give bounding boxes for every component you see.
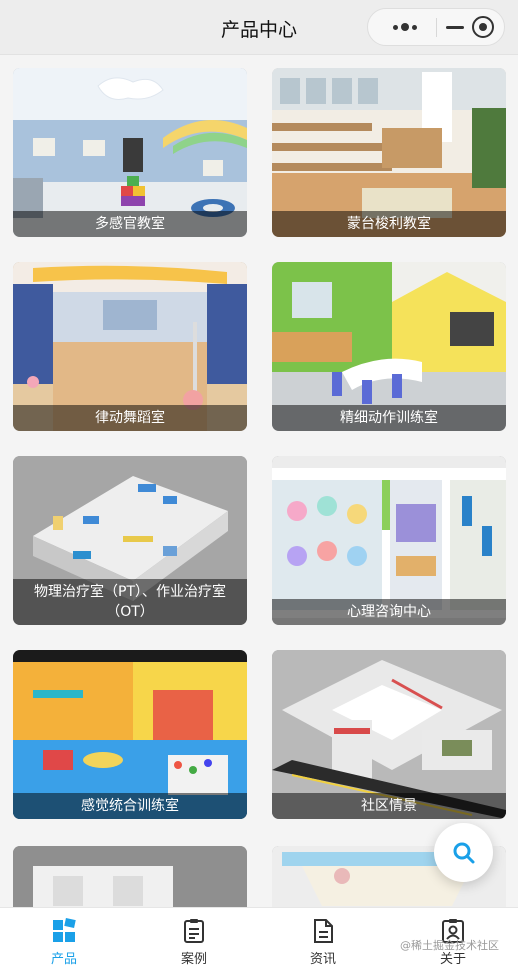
minimize-icon[interactable] bbox=[440, 9, 470, 45]
product-title: 蒙台梭利教室 bbox=[272, 211, 506, 237]
miniprogram-capsule bbox=[367, 8, 505, 46]
product-card-fine-motor[interactable]: 精细动作训练室 bbox=[272, 262, 506, 431]
product-title: 社区情景 bbox=[272, 793, 506, 819]
target-close-icon[interactable] bbox=[472, 16, 494, 38]
product-card-partial[interactable] bbox=[13, 846, 247, 907]
product-title: 多感官教室 bbox=[13, 211, 247, 237]
product-title: 律动舞蹈室 bbox=[13, 405, 247, 431]
product-card-sensory-integration[interactable]: 感觉统合训练室 bbox=[13, 650, 247, 819]
product-title: 心理咨询中心 bbox=[272, 599, 506, 625]
product-card-multisensory[interactable]: 多感官教室 bbox=[13, 68, 247, 237]
navigation-bar: 产品中心 bbox=[0, 0, 518, 55]
product-card-dance[interactable]: 律动舞蹈室 bbox=[13, 262, 247, 431]
product-card-community[interactable]: 社区情景 bbox=[272, 650, 506, 819]
product-card-montessori[interactable]: 蒙台梭利教室 bbox=[272, 68, 506, 237]
clipboard-icon bbox=[184, 919, 204, 943]
tab-label: 产品 bbox=[50, 952, 77, 967]
watermark: @稀土掘金技术社区 bbox=[400, 939, 499, 952]
product-card-pt-ot[interactable]: 物理治疗室（PT）、作业治疗室（OT） bbox=[13, 456, 247, 625]
capsule-divider bbox=[436, 18, 437, 37]
more-dots-icon[interactable] bbox=[382, 9, 428, 45]
search-button[interactable] bbox=[434, 823, 493, 882]
tab-label: 资讯 bbox=[309, 952, 336, 967]
product-title: 感觉统合训练室 bbox=[13, 793, 247, 819]
search-icon bbox=[453, 842, 474, 863]
document-icon bbox=[314, 919, 333, 943]
tab-products[interactable]: 产品 bbox=[4, 908, 124, 975]
product-grid: 多感官教室 蒙台梭利教室 律动舞蹈室 精细动作训练室 物理治疗室（PT）、作业治… bbox=[0, 56, 518, 907]
tab-cases[interactable]: 案例 bbox=[134, 908, 254, 975]
tab-label: 案例 bbox=[180, 952, 207, 967]
tab-news[interactable]: 资讯 bbox=[263, 908, 383, 975]
product-title: 精细动作训练室 bbox=[272, 405, 506, 431]
product-card-counseling[interactable]: 心理咨询中心 bbox=[272, 456, 506, 625]
grid-icon bbox=[53, 918, 76, 942]
product-title: 物理治疗室（PT）、作业治疗室（OT） bbox=[13, 579, 247, 625]
product-image bbox=[13, 846, 247, 907]
